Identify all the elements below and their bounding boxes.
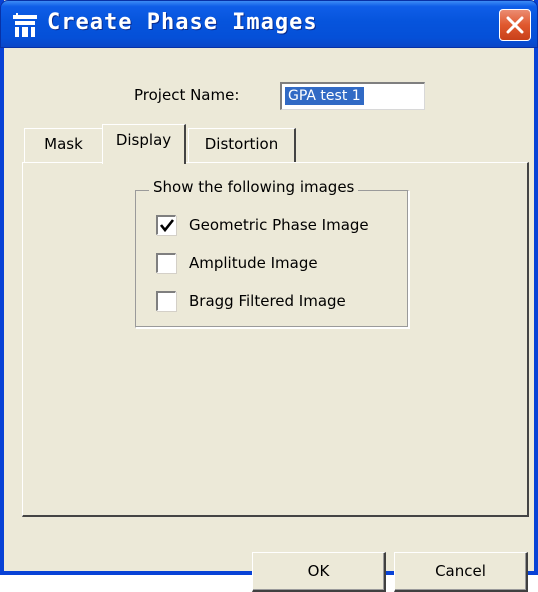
- ok-button[interactable]: OK: [252, 552, 386, 592]
- project-name-value: GPA test 1: [285, 87, 364, 105]
- cancel-button[interactable]: Cancel: [394, 552, 528, 592]
- geometric-phase-option[interactable]: Geometric Phase Image: [156, 214, 369, 236]
- project-name-label: Project Name:: [134, 86, 240, 104]
- checkmark-icon: [159, 219, 175, 233]
- show-images-legend: Show the following images: [149, 178, 359, 196]
- title-bar[interactable]: Create Phase Images: [0, 0, 538, 48]
- bragg-filtered-checkbox[interactable]: [156, 291, 176, 311]
- tab-distortion[interactable]: Distortion: [188, 128, 296, 162]
- bragg-filtered-option[interactable]: Bragg Filtered Image: [156, 290, 346, 312]
- amplitude-label: Amplitude Image: [189, 254, 318, 272]
- amplitude-option[interactable]: Amplitude Image: [156, 252, 318, 274]
- tab-display[interactable]: Display: [102, 124, 186, 164]
- window-title: Create Phase Images: [47, 10, 318, 35]
- tab-mask[interactable]: Mask: [24, 128, 104, 162]
- close-button[interactable]: [499, 9, 531, 41]
- geometric-phase-label: Geometric Phase Image: [189, 216, 369, 234]
- amplitude-checkbox[interactable]: [156, 253, 176, 273]
- project-name-input[interactable]: GPA test 1: [280, 82, 425, 110]
- app-icon: [13, 13, 37, 37]
- close-icon: [506, 16, 524, 34]
- bragg-filtered-label: Bragg Filtered Image: [189, 292, 346, 310]
- geometric-phase-checkbox[interactable]: [156, 215, 176, 235]
- dialog-window: Create Phase Images Project Name: GPA te…: [0, 0, 538, 592]
